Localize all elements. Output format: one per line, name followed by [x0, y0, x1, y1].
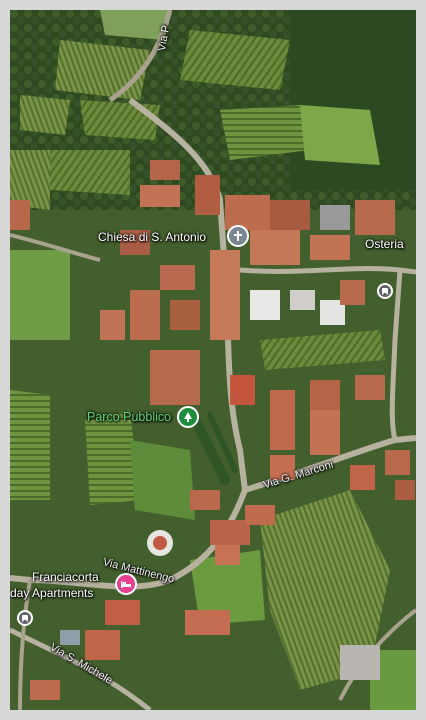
bus-stop-icon[interactable]	[377, 283, 393, 299]
vineyard-northwest	[55, 40, 150, 100]
church-label[interactable]: Chiesa di S. Antonio	[98, 230, 206, 244]
vineyard-west-1	[80, 100, 160, 140]
park-area	[130, 440, 195, 520]
bus-stop-icon-southwest[interactable]	[17, 610, 33, 626]
hotel-bed-icon[interactable]	[115, 573, 137, 595]
park-tree-icon[interactable]	[177, 406, 199, 428]
park-label[interactable]: Parco Pubblico	[87, 410, 171, 424]
apartments-label-line2[interactable]: day Apartments	[10, 586, 93, 600]
vineyard-north	[180, 30, 290, 90]
satellite-map[interactable]	[10, 10, 416, 710]
vineyard-southwest	[10, 390, 50, 500]
field-east	[300, 105, 380, 165]
church-cross-icon[interactable]	[227, 225, 249, 247]
road-east-osteria[interactable]	[239, 266, 416, 275]
apartments-label-line1[interactable]: Franciacorta	[32, 570, 99, 584]
osteria-label[interactable]: Osteria	[365, 237, 404, 251]
map-frame[interactable]: Chiesa di S. Antonio Osteria Parco Pubbl…	[10, 10, 416, 710]
vineyard-west-3	[50, 150, 130, 195]
field-west	[10, 250, 70, 340]
vineyard-west-2	[20, 95, 70, 135]
